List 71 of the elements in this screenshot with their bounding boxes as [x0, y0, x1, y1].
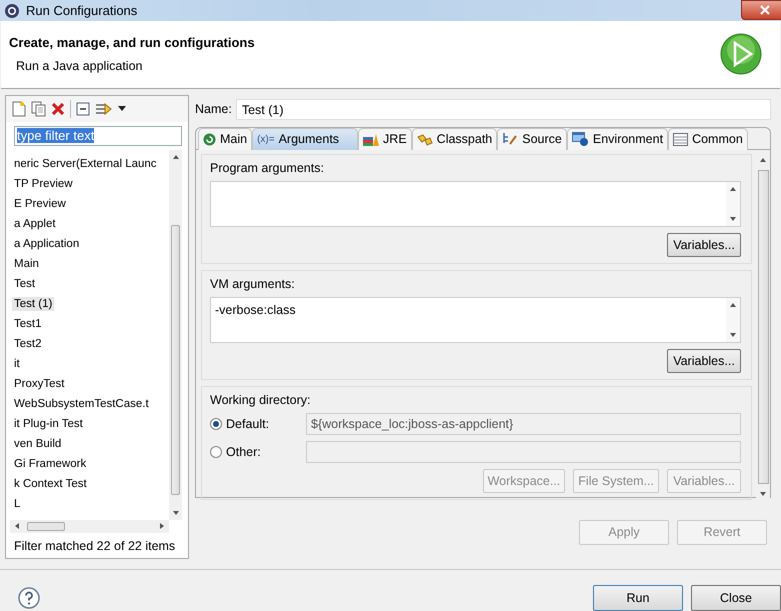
run-icon [720, 33, 762, 76]
tab[interactable]: Source [497, 128, 567, 150]
configuration-item[interactable]: Main [12, 256, 41, 271]
variables-button[interactable]: Variables... [667, 232, 741, 257]
name-label: Name: [195, 102, 232, 116]
configuration-item[interactable]: k Context Test [12, 476, 89, 491]
group-label: VM arguments: [210, 276, 296, 291]
configuration-item[interactable]: ProxyTest [12, 376, 66, 391]
tab[interactable]: (x)= Arguments [252, 128, 358, 150]
filter-status: Filter matched 22 of 22 items [13, 538, 176, 555]
scroll-up-arrow-icon[interactable] [729, 184, 737, 193]
tab[interactable]: Environment [566, 128, 668, 150]
vertical-scrollbar[interactable] [169, 150, 182, 520]
filter-field[interactable]: type filter text [14, 126, 182, 146]
configuration-item[interactable]: a Application [12, 236, 82, 251]
scroll-down-arrow-icon[interactable] [729, 330, 737, 339]
scroll-thumb[interactable] [171, 224, 180, 495]
tab[interactable]: Classpath [412, 128, 498, 150]
group-label: Working directory: [210, 392, 312, 407]
scroll-down-arrow-icon[interactable] [759, 490, 767, 498]
filter-icon[interactable] [95, 100, 113, 117]
name-field[interactable]: Test (1) [236, 98, 771, 120]
dialog-button[interactable]: Run [593, 585, 683, 611]
help-icon[interactable] [18, 587, 40, 609]
tree-pencil-icon [502, 132, 518, 146]
scroll-up-arrow-icon[interactable] [172, 152, 180, 161]
configuration-item[interactable]: Test [12, 276, 38, 291]
new-file-icon[interactable] [12, 100, 26, 117]
scroll-down-arrow-icon[interactable] [729, 214, 737, 223]
header-subtitle: Run a Java application [15, 59, 144, 74]
window-globe-icon [572, 132, 589, 146]
configuration-item[interactable]: a Applet [12, 216, 58, 231]
configuration-item[interactable]: Gi Framework [12, 456, 88, 471]
group-label: Program arguments: [210, 160, 325, 175]
close-icon [760, 5, 770, 15]
scroll-up-arrow-icon[interactable] [759, 156, 767, 164]
dropdown-caret-icon[interactable] [118, 106, 126, 112]
configuration-item[interactable]: it [12, 356, 22, 371]
configuration-item[interactable]: Test2 [12, 336, 44, 351]
tab[interactable]: JRE [358, 128, 412, 150]
scroll-thumb[interactable] [27, 522, 65, 531]
play-circle-icon [203, 132, 216, 146]
scroll-right-arrow-icon[interactable] [158, 522, 166, 530]
scroll-down-arrow-icon[interactable] [172, 508, 180, 517]
configuration-item[interactable]: Test (1) [12, 296, 54, 311]
configuration-item[interactable]: it Plug-in Test [12, 416, 85, 431]
configuration-item[interactable]: WebSubsystemTestCase.t [12, 396, 151, 411]
header-title: Create, manage, and run configurations [9, 35, 256, 50]
collapse-icon[interactable] [76, 102, 90, 116]
configuration-item[interactable]: L [12, 496, 22, 511]
configuration-item[interactable]: neric Server(External Launc [12, 156, 159, 171]
dialog-button[interactable]: Close [691, 585, 781, 611]
scroll-up-arrow-icon[interactable] [729, 300, 737, 309]
table-icon [673, 132, 688, 146]
scroll-thumb[interactable] [758, 170, 768, 484]
configuration-item[interactable]: ven Build [12, 436, 64, 451]
configuration-item[interactable]: E Preview [12, 196, 68, 211]
scroll-left-arrow-icon[interactable] [13, 522, 21, 530]
tab[interactable]: Main [198, 128, 252, 150]
horizontal-scrollbar[interactable] [10, 520, 169, 533]
puzzle-icon [416, 132, 433, 146]
window-title: Run Configurations [26, 3, 138, 18]
configuration-item[interactable]: TP Preview [12, 176, 75, 191]
variables-button[interactable]: Variables... [667, 348, 741, 373]
books-icon [363, 132, 380, 146]
delete-icon[interactable] [51, 102, 65, 116]
configuration-item[interactable]: Test1 [12, 316, 44, 331]
argument-text-area[interactable]: -verbose:class [210, 296, 741, 343]
tab[interactable]: Common [668, 128, 748, 150]
close-button[interactable] [741, 0, 781, 20]
copy-icon[interactable] [31, 100, 46, 117]
